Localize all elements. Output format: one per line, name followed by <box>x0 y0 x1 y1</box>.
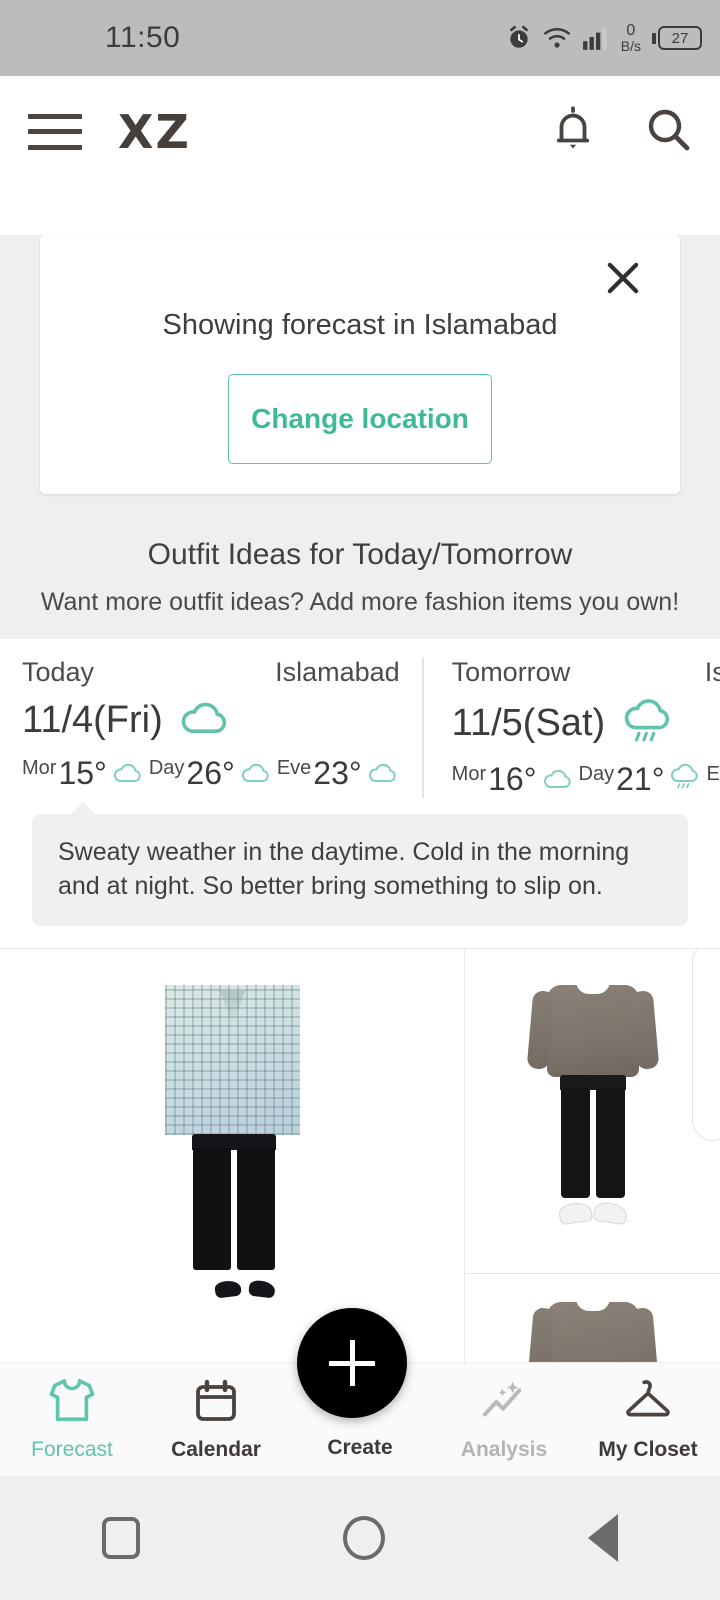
square-recents-icon[interactable] <box>102 1517 140 1559</box>
slot-name: Day <box>149 757 185 780</box>
forecast-tomorrow-date: 11/5(Sat) <box>452 702 605 745</box>
circle-home-icon[interactable] <box>343 1516 385 1560</box>
location-message: Showing forecast in Islamabad <box>40 309 680 342</box>
create-fab-button[interactable] <box>297 1308 407 1418</box>
outfit-side-column <box>465 949 720 1378</box>
black-trousers <box>192 1134 276 1270</box>
hanger-icon <box>623 1377 673 1430</box>
forecast-row: Today Islamabad 11/4(Fri) Mor 15° Day 26… <box>0 639 720 804</box>
android-system-navigation <box>0 1476 720 1600</box>
rain-cloud-icon <box>668 763 702 796</box>
app-header: XZ <box>0 76 720 187</box>
slot-name: Mor <box>452 763 486 786</box>
white-sneakers <box>559 1197 627 1223</box>
slot-temp: 26° <box>186 755 234 792</box>
notification-bell-icon[interactable] <box>550 104 596 159</box>
network-speed-unit: B/s <box>621 39 641 53</box>
plus-icon <box>329 1340 375 1386</box>
advice-section: Sweaty weather in the daytime. Cold in t… <box>0 804 720 948</box>
rain-cloud-icon <box>619 698 677 749</box>
slot-temp: 15° <box>58 755 106 792</box>
forecast-today-date: 11/4(Fri) <box>22 699 163 742</box>
nav-item-my-closet[interactable]: My Closet <box>576 1377 720 1462</box>
alarm-icon <box>506 25 532 51</box>
network-speed-value: 0 <box>626 23 635 39</box>
nav-item-analysis[interactable]: Analysis <box>432 1377 576 1462</box>
cloud-icon <box>541 767 575 796</box>
status-bar: 11:50 0 B/s 27 <box>0 0 720 76</box>
status-bar-clock: 11:50 <box>105 21 180 55</box>
network-speed-indicator: 0 B/s <box>621 23 641 53</box>
forecast-slot: Day 21° <box>579 761 703 798</box>
forecast-today[interactable]: Today Islamabad 11/4(Fri) Mor 15° Day 26… <box>0 657 422 798</box>
close-icon[interactable] <box>602 257 644 299</box>
cloud-icon <box>366 761 400 790</box>
black-shoes <box>215 1275 275 1297</box>
slot-temp: 21° <box>616 761 664 798</box>
change-location-button[interactable]: Change location <box>228 374 492 464</box>
wifi-icon <box>543 26 571 50</box>
tshirt-icon <box>47 1377 97 1430</box>
forecast-slot: Mor 16° <box>452 761 575 798</box>
cloud-icon <box>239 761 273 790</box>
nav-label-forecast: Forecast <box>31 1438 113 1462</box>
search-icon[interactable] <box>644 105 692 158</box>
forecast-slot: Mor 15° <box>22 755 145 792</box>
status-bar-icons: 0 B/s 27 <box>506 23 702 53</box>
nav-item-calendar[interactable]: Calendar <box>144 1377 288 1462</box>
cloud-icon <box>177 698 233 743</box>
nav-label-calendar: Calendar <box>171 1438 261 1462</box>
nav-label-create: Create <box>327 1436 392 1460</box>
forecast-tomorrow-slots: Mor 16° Day 21° Eve 19° <box>452 761 720 798</box>
forecast-slot: Eve 23° <box>277 755 400 792</box>
slot-name: Mor <box>22 757 56 780</box>
forecast-tomorrow-label: Tomorrow <box>452 657 571 688</box>
triangle-back-icon[interactable] <box>588 1514 618 1562</box>
forecast-slot: Day 26° <box>149 755 273 792</box>
slot-name: Day <box>579 763 615 786</box>
calendar-icon <box>192 1377 240 1430</box>
forecast-today-city: Islamabad <box>275 657 400 688</box>
outfit-ideas-title: Outfit Ideas for Today/Tomorrow <box>0 538 720 572</box>
slot-name: Eve <box>706 763 720 786</box>
forecast-tomorrow[interactable]: Tomorrow Islamabad 11/5(Sat) Mor 16° Day… <box>422 657 720 798</box>
hamburger-menu-icon[interactable] <box>28 114 82 150</box>
app-header-actions <box>550 104 692 159</box>
app-logo[interactable]: XZ <box>118 105 191 159</box>
black-jeans <box>560 1075 626 1197</box>
slot-temp: 23° <box>313 755 361 792</box>
battery-icon: 27 <box>652 26 702 50</box>
cloud-icon <box>111 761 145 790</box>
nav-item-forecast[interactable]: Forecast <box>0 1377 144 1462</box>
outfit-card-side-1[interactable] <box>465 949 720 1274</box>
light-blue-checkered-shirt <box>165 985 300 1135</box>
nav-label-analysis: Analysis <box>461 1438 547 1462</box>
sparkle-chart-icon <box>479 1377 529 1430</box>
floating-card-edge[interactable] <box>692 948 720 1141</box>
app-root: 11:50 0 B/s 27 XZ <box>0 0 720 1600</box>
taupe-long-sleeve-tee <box>547 985 639 1077</box>
forecast-intro-section: Showing forecast in Islamabad Change loc… <box>0 235 720 639</box>
slot-temp: 16° <box>488 761 536 798</box>
outfit-ideas-subtitle: Want more outfit ideas? Add more fashion… <box>0 588 720 617</box>
forecast-tomorrow-city: Islamabad <box>705 657 720 688</box>
outfit-card-main[interactable] <box>0 949 465 1378</box>
forecast-today-slots: Mor 15° Day 26° Eve 23° <box>22 755 400 792</box>
nav-label-my-closet: My Closet <box>598 1438 697 1462</box>
signal-icon <box>582 26 610 50</box>
forecast-today-label: Today <box>22 657 94 688</box>
weather-advice-text: Sweaty weather in the daytime. Cold in t… <box>32 814 688 926</box>
location-card: Showing forecast in Islamabad Change loc… <box>40 235 680 494</box>
slot-name: Eve <box>277 757 311 780</box>
forecast-slot: Eve 19° <box>706 761 720 798</box>
battery-level-text: 27 <box>658 26 702 50</box>
